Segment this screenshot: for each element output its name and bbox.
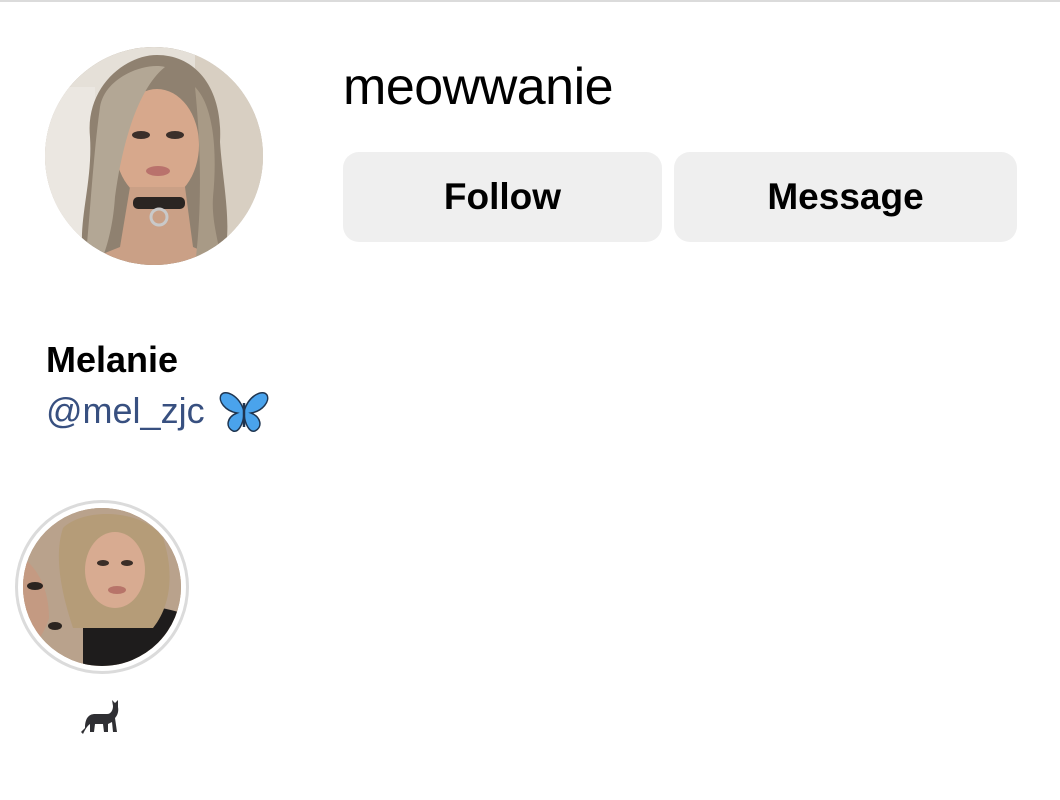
profile-username: meowwanie [343, 58, 614, 116]
top-divider [0, 0, 1060, 2]
profile-avatar[interactable] [45, 47, 263, 265]
threads-handle-link[interactable]: @mel_zjc [46, 388, 205, 434]
cat-icon [81, 700, 119, 734]
profile-display-name: Melanie [46, 339, 179, 380]
message-button[interactable]: Message [674, 152, 1017, 242]
highlight-label [79, 692, 125, 738]
threads-link-row[interactable]: @mel_zjc [46, 386, 269, 436]
avatar-image [45, 47, 263, 265]
highlight-image [23, 508, 181, 666]
highlight-ring[interactable] [15, 500, 189, 674]
highlight-thumbnail [23, 508, 181, 666]
story-highlight[interactable] [15, 500, 189, 734]
follow-button[interactable]: Follow [343, 152, 662, 242]
butterfly-icon [219, 391, 268, 432]
